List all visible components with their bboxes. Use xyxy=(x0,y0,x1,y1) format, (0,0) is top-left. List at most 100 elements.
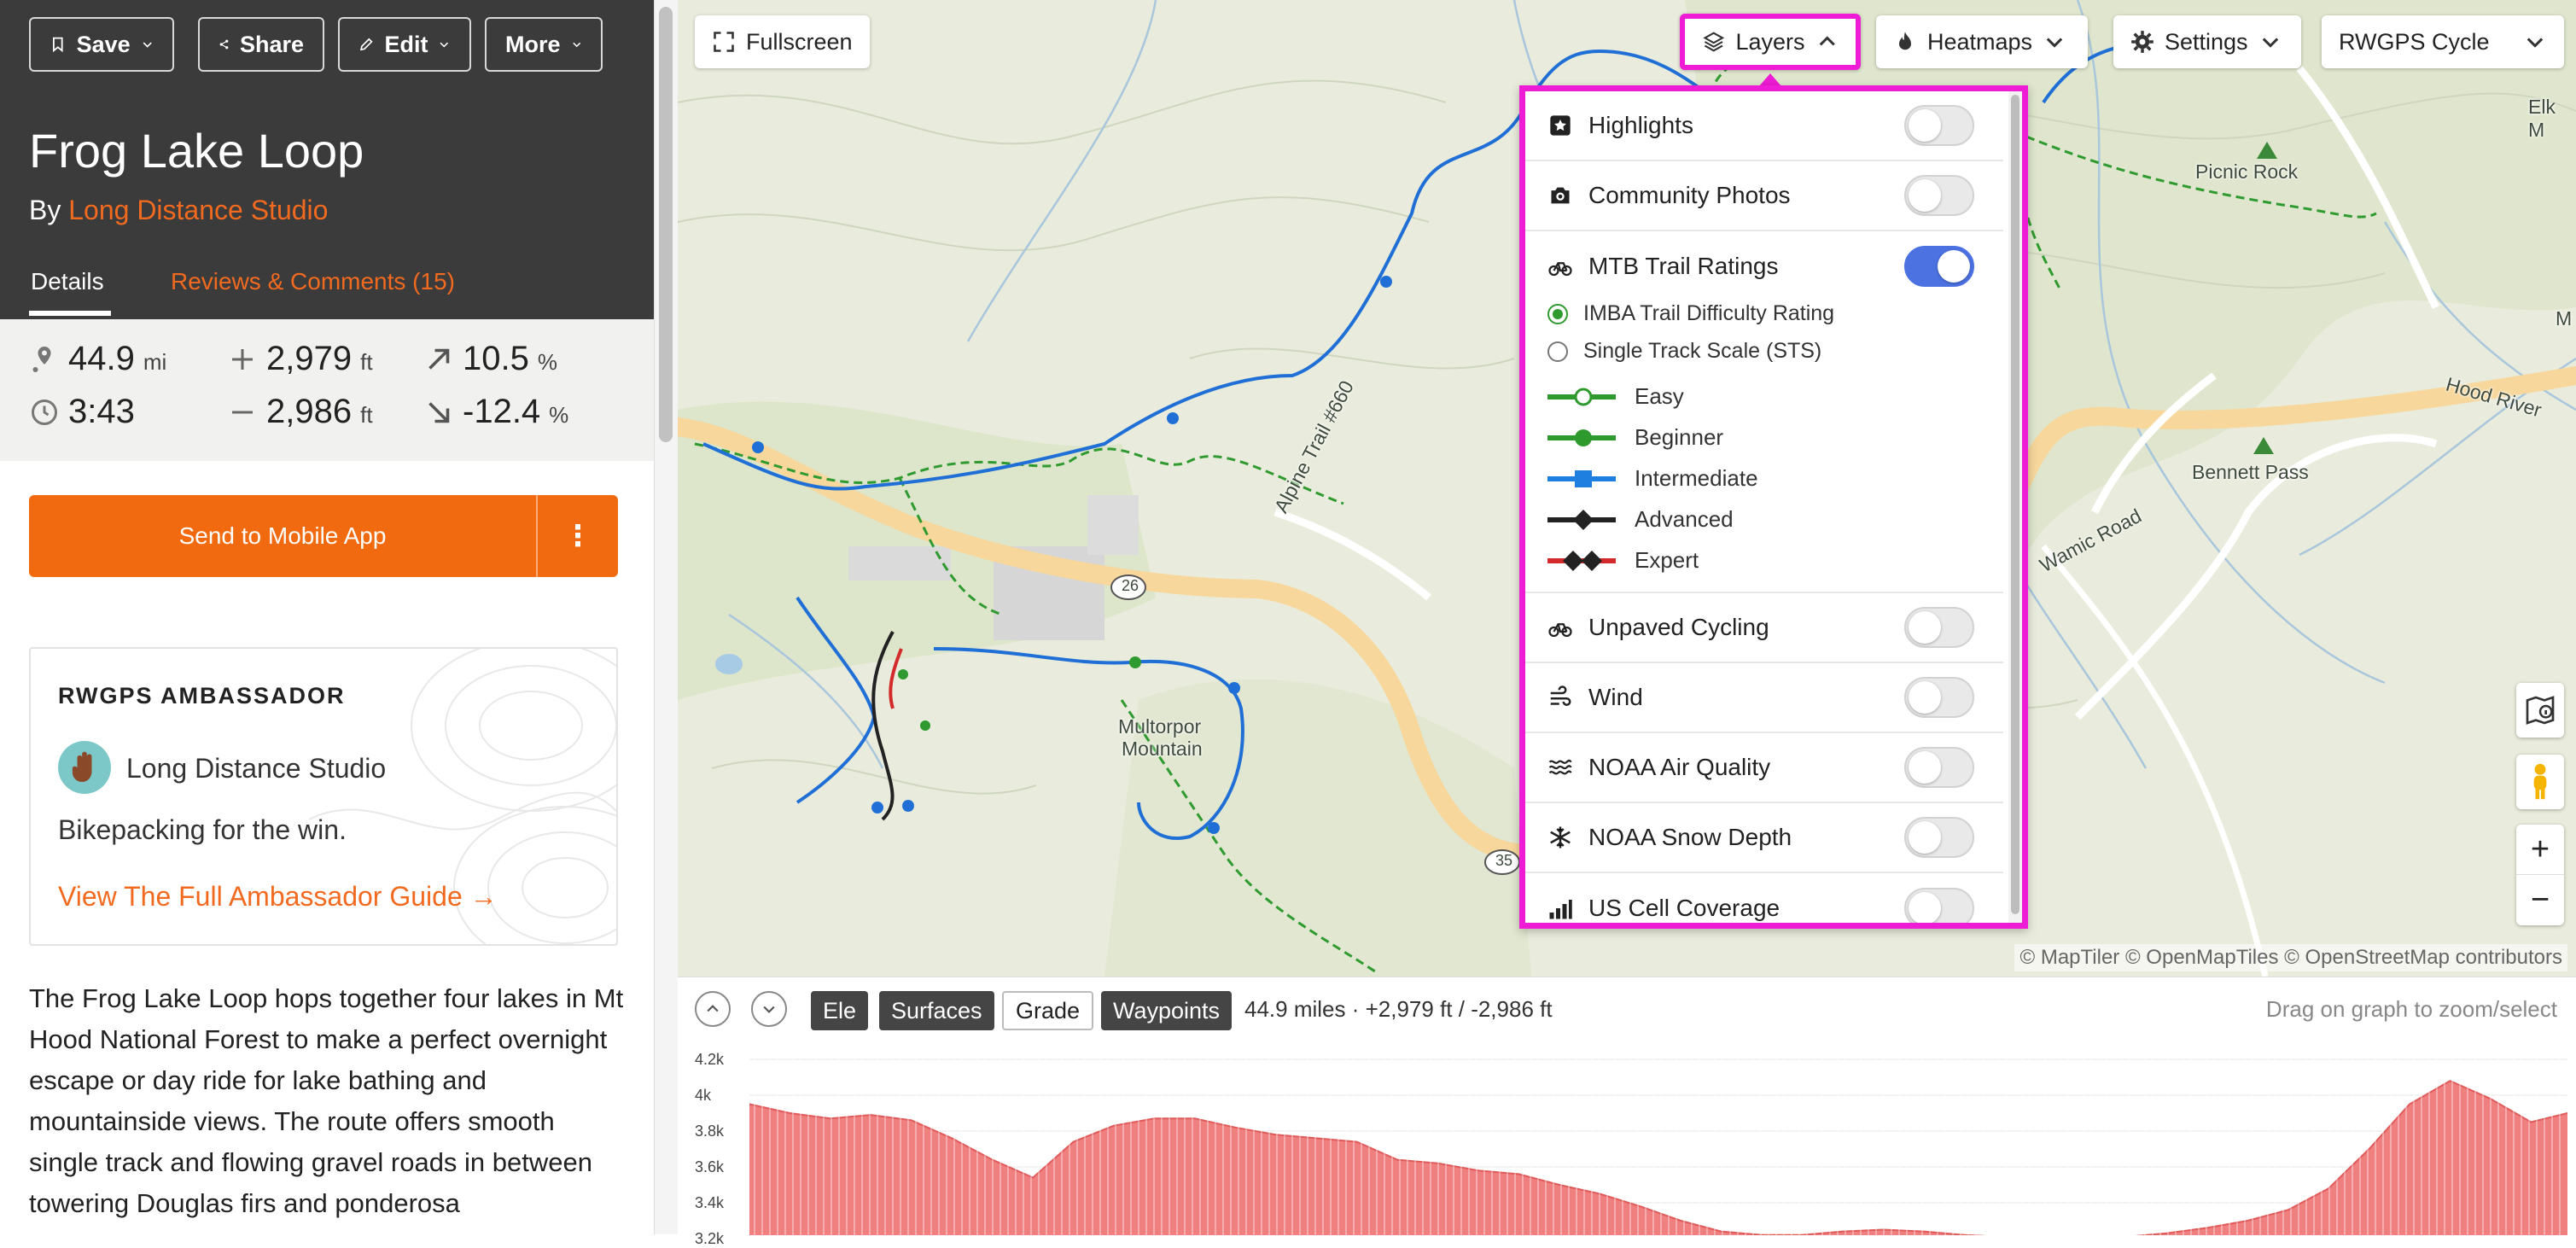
clock-icon xyxy=(32,399,57,425)
zoom-in-button[interactable]: + xyxy=(2516,825,2564,875)
elevation-point xyxy=(1113,1125,1115,1127)
elevation-point xyxy=(1518,1173,1519,1175)
stat-grade-down: -12.4 % xyxy=(423,393,568,431)
gear-icon xyxy=(2131,31,2153,53)
toggle-knob xyxy=(1909,109,1941,142)
fullscreen-icon xyxy=(714,32,734,52)
chevron-up-icon xyxy=(707,1005,719,1012)
elevation-point xyxy=(1194,1117,1196,1119)
zoom-out-button[interactable]: − xyxy=(2516,875,2564,924)
chevron-down-icon xyxy=(143,42,152,48)
elev-gain-value: 2,979 xyxy=(266,340,353,377)
expand-down-button[interactable] xyxy=(751,991,787,1027)
edit-button[interactable]: Edit xyxy=(338,17,471,72)
chevron-down-icon xyxy=(763,1006,775,1013)
heatmaps-button[interactable]: Heatmaps xyxy=(1876,15,2088,68)
send-options-button[interactable]: ⋮ xyxy=(538,495,618,577)
route-title: Frog Lake Loop xyxy=(29,124,364,178)
layer-label: NOAA Air Quality xyxy=(1588,754,1771,780)
map-attribution[interactable]: © MapTiler © OpenMapTiles © OpenStreetMa… xyxy=(2014,944,2567,971)
chevron-down-icon xyxy=(2046,38,2063,48)
layer-row-wind[interactable]: Wind xyxy=(1525,663,2003,733)
grade-up-value: 10.5 xyxy=(463,340,529,377)
tab-reviews[interactable]: Reviews & Comments (15) xyxy=(171,268,455,295)
layer-toggle[interactable] xyxy=(1904,888,1974,923)
y-tick-label: 3.6k xyxy=(695,1158,725,1175)
ambassador-name[interactable]: Long Distance Studio xyxy=(126,753,386,784)
layer-row-us-cell-coverage[interactable]: US Cell Coverage xyxy=(1525,873,2003,923)
collapse-up-button[interactable] xyxy=(695,991,731,1027)
share-button[interactable]: Share xyxy=(198,17,324,72)
layers-panel-scroll-thumb[interactable] xyxy=(2011,95,2019,914)
elev-gain-unit: ft xyxy=(360,349,373,375)
y-tick-label: 3.4k xyxy=(695,1194,725,1211)
elevation-hint: Drag on graph to zoom/select xyxy=(2265,996,2557,1022)
layer-label: NOAA Snow Depth xyxy=(1588,824,1792,850)
expert-line-icon xyxy=(1547,550,1616,571)
plus-icon xyxy=(232,348,253,370)
elevation-tab-waypoints[interactable]: Waypoints xyxy=(1101,991,1233,1030)
route-shield-35: 35 xyxy=(1495,852,1513,869)
pegman-icon xyxy=(2533,763,2547,800)
layer-row-mtb-trail-ratings[interactable]: MTB Trail Ratings xyxy=(1525,231,2003,301)
radio-unselected[interactable] xyxy=(1547,341,1568,362)
elevation-panel: Ele Surfaces Grade Waypoints 44.9 miles … xyxy=(678,977,2576,1247)
radio-selected[interactable] xyxy=(1547,303,1568,324)
sidebar-scroll-thumb[interactable] xyxy=(659,7,673,442)
layer-toggle[interactable] xyxy=(1904,677,1974,718)
settings-button[interactable]: Settings xyxy=(2113,15,2301,68)
elevation-chart[interactable] xyxy=(749,1051,2567,1235)
layer-row-community-photos[interactable]: Community Photos xyxy=(1525,161,2003,231)
street-view-button[interactable] xyxy=(2516,755,2564,809)
elevation-point xyxy=(1032,1177,1034,1179)
stat-time: 3:43 xyxy=(29,393,135,431)
grade-up-unit: % xyxy=(537,349,557,375)
save-button[interactable]: Save xyxy=(29,17,174,72)
layer-toggle[interactable] xyxy=(1904,175,1974,216)
send-to-mobile-button[interactable]: Send to Mobile App xyxy=(29,495,536,577)
map-canvas[interactable]: Picnic Rock Bennett Pass Hood River Wami… xyxy=(678,0,2576,977)
more-button[interactable]: More xyxy=(485,17,603,72)
layer-toggle[interactable] xyxy=(1904,105,1974,146)
basemap-select[interactable]: RWGPS Cycle xyxy=(2322,15,2564,68)
camera-icon xyxy=(1547,183,1573,208)
layer-toggle[interactable] xyxy=(1904,817,1974,858)
arrow-up-right-icon xyxy=(428,348,450,370)
layer-row-noaa-snow-depth[interactable]: NOAA Snow Depth xyxy=(1525,803,2003,873)
elevation-point xyxy=(911,1119,912,1121)
air-quality-icon xyxy=(1547,755,1573,780)
layer-row-unpaved-cycling[interactable]: Unpaved Cycling xyxy=(1525,593,2003,663)
ambassador-tagline: Bikepacking for the win. xyxy=(58,814,347,845)
distance-value: 44.9 xyxy=(68,340,135,377)
layers-panel: Highlights Community Photos MTB Trail Ra… xyxy=(1519,85,2028,929)
share-label: Share xyxy=(239,31,304,57)
layers-button[interactable]: Layers xyxy=(1680,14,1861,70)
layer-label: Wind xyxy=(1588,684,1643,710)
rating-option-imba[interactable]: IMBA Trail Difficulty Rating xyxy=(1547,301,1834,326)
zoom-control: + − xyxy=(2516,825,2564,925)
chevron-up-icon xyxy=(1819,36,1835,46)
author-link[interactable]: Long Distance Studio xyxy=(68,195,328,225)
layer-toggle[interactable] xyxy=(1904,246,1974,287)
layer-row-noaa-air-quality[interactable]: NOAA Air Quality xyxy=(1525,733,2003,803)
ambassador-guide-link[interactable]: View The Full Ambassador Guide → xyxy=(58,881,498,913)
elevation-point xyxy=(1923,1231,1925,1233)
elevation-tab-surfaces[interactable]: Surfaces xyxy=(879,991,994,1030)
layer-row-highlights[interactable]: Highlights xyxy=(1525,91,2003,161)
active-tab-indicator xyxy=(29,311,111,316)
layer-toggle[interactable] xyxy=(1904,607,1974,648)
layer-toggle[interactable] xyxy=(1904,747,1974,788)
intermediate-line-icon xyxy=(1547,469,1616,487)
elevation-tab-ele[interactable]: Ele xyxy=(811,991,869,1030)
fullscreen-button[interactable]: Fullscreen xyxy=(695,15,870,68)
elevation-tab-grade[interactable]: Grade xyxy=(1002,991,1094,1030)
stat-distance: 44.9 mi xyxy=(29,340,166,378)
map-legend-button[interactable] xyxy=(2516,683,2564,738)
rating-option-label: IMBA Trail Difficulty Rating xyxy=(1583,301,1835,325)
elevation-summary: 44.9 miles · +2,979 ft / -2,986 ft xyxy=(1244,996,1553,1022)
layers-label: Layers xyxy=(1735,28,1805,55)
fullscreen-label: Fullscreen xyxy=(746,28,853,55)
elevation-point xyxy=(2409,1104,2410,1105)
rating-option-sts[interactable]: Single Track Scale (STS) xyxy=(1547,339,1821,364)
tab-details[interactable]: Details xyxy=(31,268,104,295)
